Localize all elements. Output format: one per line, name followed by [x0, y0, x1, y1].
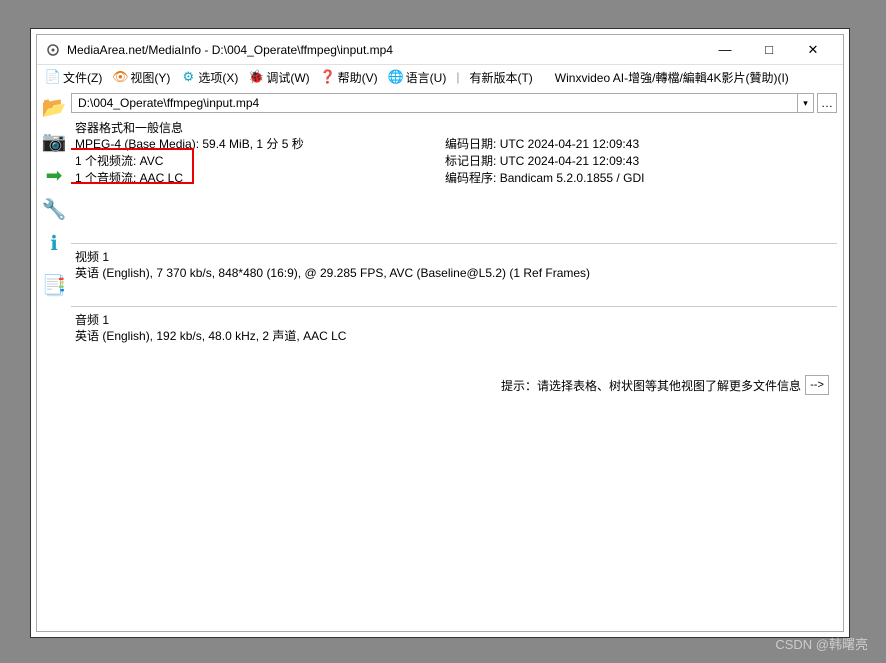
menu-newver[interactable]: 有新版本(T) — [465, 69, 536, 86]
general-audio-stream: 1 个音频流: AAC LC — [75, 170, 445, 187]
sidebar-settings-icon[interactable]: 🔧 — [40, 195, 68, 223]
tagged-date: 标记日期: UTC 2024-04-21 12:09:43 — [445, 153, 833, 170]
menu-view[interactable]: 👁视图(Y) — [108, 69, 174, 86]
menu-debug[interactable]: 🐞调试(W) — [244, 69, 313, 86]
path-input[interactable] — [71, 93, 798, 113]
path-dropdown-button[interactable]: ▾ — [798, 93, 814, 113]
general-video-stream: 1 个视频流: AVC — [75, 153, 445, 170]
titlebar: MediaArea.net/MediaInfo - D:\004_Operate… — [37, 35, 843, 65]
sidebar-export-icon[interactable]: ➡ — [40, 161, 68, 189]
sidebar-info-icon[interactable]: ℹ — [40, 229, 68, 257]
menu-options[interactable]: ⚙选项(X) — [176, 69, 242, 86]
sidebar: 📂 📷 ➡ 🔧 ℹ 📑 — [37, 89, 71, 631]
menu-lang[interactable]: 🌐语言(U) — [384, 69, 451, 86]
audio-header: 音频 1 — [71, 309, 837, 328]
video-detail: 英语 (English), 7 370 kb/s, 848*480 (16:9)… — [75, 265, 590, 282]
sidebar-open-icon[interactable]: 📂 — [40, 93, 68, 121]
minimize-button[interactable]: — — [703, 36, 747, 64]
hint-text: 提示：请选择表格、树状图等其他视图了解更多文件信息 — [501, 377, 801, 394]
video-header: 视频 1 — [71, 246, 837, 265]
debug-icon: 🐞 — [248, 69, 264, 85]
maximize-button[interactable]: □ — [747, 36, 791, 64]
hint-next-button[interactable]: --> — [805, 375, 829, 395]
sidebar-copy-icon[interactable]: 📑 — [40, 271, 68, 299]
browse-button[interactable]: … — [817, 93, 837, 113]
main-panel: ▾ … 容器格式和一般信息 MPEG-4 (Base Media): 59.4 … — [71, 89, 843, 631]
encoder: 编码程序: Bandicam 5.2.0.1855 / GDI — [445, 170, 833, 187]
window-title: MediaArea.net/MediaInfo - D:\004_Operate… — [67, 43, 703, 57]
close-button[interactable]: ✕ — [791, 36, 835, 64]
audio-detail: 英语 (English), 192 kb/s, 48.0 kHz, 2 声道, … — [75, 328, 346, 345]
general-header: 容器格式和一般信息 — [71, 117, 837, 136]
menu-separator: | — [452, 70, 463, 84]
menu-help[interactable]: ❓帮助(V) — [316, 69, 382, 86]
sidebar-preview-icon[interactable]: 📷 — [40, 127, 68, 155]
menu-file[interactable]: 📄文件(Z) — [41, 69, 106, 86]
globe-icon: 🌐 — [388, 69, 404, 85]
app-icon — [45, 42, 61, 58]
options-icon: ⚙ — [180, 69, 196, 85]
help-icon: ❓ — [320, 69, 336, 85]
view-icon: 👁 — [112, 69, 128, 85]
menu-sponsor[interactable]: Winxvideo AI-增強/轉檔/編輯4K影片(贊助)(I) — [551, 69, 793, 86]
menubar: 📄文件(Z) 👁视图(Y) ⚙选项(X) 🐞调试(W) ❓帮助(V) 🌐语言(U… — [37, 65, 843, 89]
encoded-date: 编码日期: UTC 2024-04-21 12:09:43 — [445, 136, 833, 153]
hint-row: 提示：请选择表格、树状图等其他视图了解更多文件信息 --> — [501, 375, 829, 395]
info-panel: 容器格式和一般信息 MPEG-4 (Base Media): 59.4 MiB,… — [71, 117, 837, 625]
general-container: MPEG-4 (Base Media): 59.4 MiB, 1 分 5 秒 — [75, 136, 445, 153]
file-icon: 📄 — [45, 69, 61, 85]
